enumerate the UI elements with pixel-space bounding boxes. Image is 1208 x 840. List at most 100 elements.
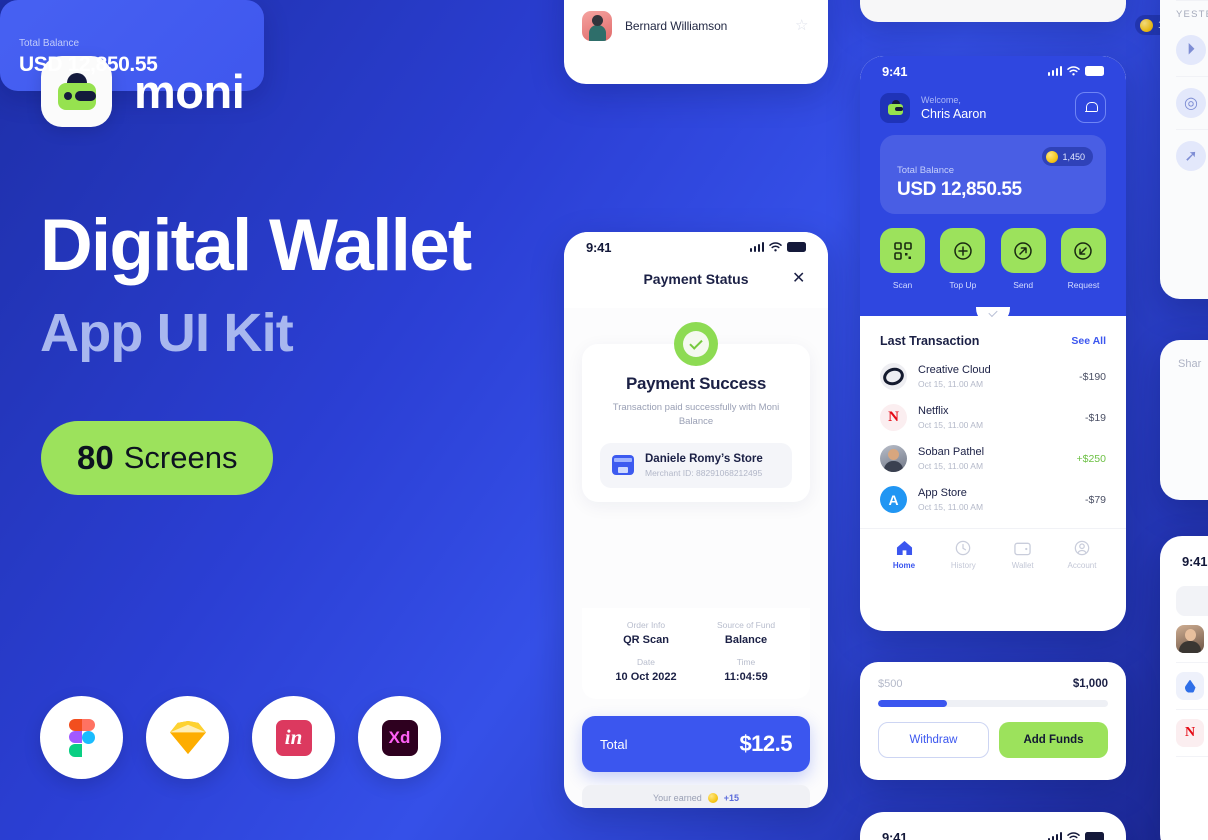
add-funds-button[interactable]: Add Funds: [999, 722, 1108, 758]
tab-wallet[interactable]: Wallet: [1001, 539, 1045, 570]
tool-icons: in Xd: [40, 696, 441, 779]
adobe-xd-icon[interactable]: Xd: [358, 696, 441, 779]
signal-bars-icon: [1047, 832, 1062, 840]
payment-status-title: Payment Status: [643, 271, 749, 287]
funds-card: $500 $1,000 Withdraw Add Funds: [860, 662, 1126, 780]
coin-count: 1,450: [1062, 151, 1085, 162]
search-input[interactable]: [1176, 586, 1208, 616]
bell-icon: [1084, 101, 1098, 114]
transaction-name: Netflix: [918, 405, 949, 417]
see-all-link[interactable]: See All: [1071, 335, 1106, 347]
detail-label: Date: [637, 657, 655, 667]
total-value: $12.5: [739, 731, 792, 756]
xd-label: Xd: [381, 719, 418, 756]
status-bar: 9:41: [860, 822, 1126, 840]
balance-amount: USD 12,850.55: [897, 179, 1022, 200]
battery-icon: [1085, 66, 1104, 76]
bottom-tab-bar: Home History Wallet Account: [860, 528, 1126, 570]
action-label: Send: [1013, 280, 1034, 290]
clock-icon: [956, 540, 971, 556]
tab-home[interactable]: Home: [882, 539, 926, 570]
action-label: Top Up: [949, 280, 977, 290]
screens-word: Screens: [123, 440, 238, 475]
star-icon[interactable]: ☆: [795, 18, 810, 33]
wifi-icon: [769, 242, 782, 252]
transaction-amount: -$190: [1079, 370, 1106, 383]
action-send[interactable]: Send: [1000, 228, 1046, 290]
detail-label: Source of Fund: [716, 620, 776, 630]
action-scan[interactable]: Scan: [880, 228, 925, 290]
signal-bars-icon: [749, 242, 764, 252]
balance-amount: USD 12,850.55: [19, 53, 158, 76]
list-item[interactable]: ➚: [1160, 130, 1208, 182]
tab-label: History: [950, 561, 976, 570]
coin-icon: [1046, 150, 1059, 163]
sketch-icon[interactable]: [146, 696, 229, 779]
earned-value: +15: [723, 793, 739, 803]
avatar: [582, 10, 612, 41]
list-item[interactable]: [1160, 663, 1208, 709]
home-balance-card: Total Balance USD 12,850.55 1,450: [880, 135, 1106, 214]
close-icon[interactable]: ✕: [792, 271, 806, 287]
list-item[interactable]: ⏵: [1160, 24, 1208, 76]
netflix-icon: N: [1176, 719, 1204, 747]
merchant-row: Daniele Romy’s Store Merchant ID: 882910…: [600, 442, 792, 488]
order-details: Order Info QR Scan Source of Fund Balanc…: [582, 608, 810, 699]
tab-account[interactable]: Account: [1060, 539, 1104, 570]
list-item[interactable]: N: [1160, 710, 1208, 756]
status-bar: 9:41: [860, 56, 1126, 86]
coin-badge[interactable]: 1,450: [1042, 147, 1093, 166]
welcome-label: Welcome,: [921, 94, 961, 105]
earned-label: Your earned: [653, 793, 702, 803]
clock-circle-icon: ⏵: [1176, 35, 1206, 65]
adobe-creative-cloud-icon: [880, 363, 907, 390]
earned-strip: Your earned +15: [582, 785, 810, 808]
funds-max: $1,000: [1072, 678, 1108, 690]
app-store-icon: A: [880, 486, 907, 513]
check-circle-icon: [674, 322, 718, 366]
send-circle-icon: ➚: [1176, 141, 1206, 171]
detail-value: QR Scan: [623, 634, 669, 646]
list-item[interactable]: ◎: [1160, 77, 1208, 129]
wallet-icon: [1014, 542, 1031, 555]
qr-scan-icon: [893, 241, 912, 260]
table-row[interactable]: Creative Cloud Oct 15, 11.00 AM -$190: [860, 356, 1126, 397]
list-item[interactable]: Bernard Williamson ☆: [564, 3, 828, 48]
status-time: 9:41: [882, 829, 908, 840]
table-row[interactable]: N Netflix Oct 15, 11.00 AM -$19: [860, 397, 1126, 438]
chevron-down-icon: [988, 307, 998, 318]
total-bar: Total $12.5: [582, 716, 810, 772]
transaction-amount: -$79: [1084, 493, 1106, 506]
tab-history[interactable]: History: [941, 539, 985, 570]
balance-label: Total Balance: [19, 38, 80, 49]
share-partial-card: Shar: [1160, 340, 1208, 500]
right-partial-phone: 9:41 N: [1160, 536, 1208, 840]
detail-value: 11:04:59: [724, 671, 768, 683]
funds-min: $500: [878, 678, 903, 690]
arrow-down-left-circle-icon: [1074, 241, 1093, 260]
contacts-card: Bernard Fisher ☆ Bernard Williamson ☆: [564, 0, 828, 84]
action-request[interactable]: Request: [1060, 228, 1106, 290]
list-item[interactable]: [1160, 616, 1208, 662]
status-bar: 9:41: [564, 232, 828, 262]
invision-icon[interactable]: in: [252, 696, 335, 779]
table-row[interactable]: Soban Pathel Oct 15, 11.00 AM +$250: [860, 438, 1126, 479]
figma-icon[interactable]: [40, 696, 123, 779]
notification-button[interactable]: [1075, 92, 1106, 123]
avatar: [1176, 625, 1204, 653]
detail-value: 10 Oct 2022: [615, 671, 677, 683]
table-row[interactable]: A App Store Oct 15, 11.00 AM -$79: [860, 479, 1126, 520]
battery-icon: [1085, 832, 1104, 840]
withdraw-button[interactable]: Withdraw: [878, 722, 989, 758]
share-label: Shar: [1178, 358, 1202, 370]
action-topup[interactable]: Top Up: [940, 228, 986, 290]
battery-icon: [787, 242, 806, 252]
status-bar: 9:41: [1160, 546, 1208, 576]
action-label: Scan: [892, 280, 913, 290]
user-name: Chris Aaron: [921, 106, 987, 121]
contact-name: Bernard Williamson: [625, 18, 728, 33]
invision-label: in: [275, 719, 312, 756]
plus-circle-icon: [954, 241, 972, 260]
signal-bars-icon: [1047, 66, 1062, 76]
tab-label: Wallet: [1011, 561, 1034, 570]
